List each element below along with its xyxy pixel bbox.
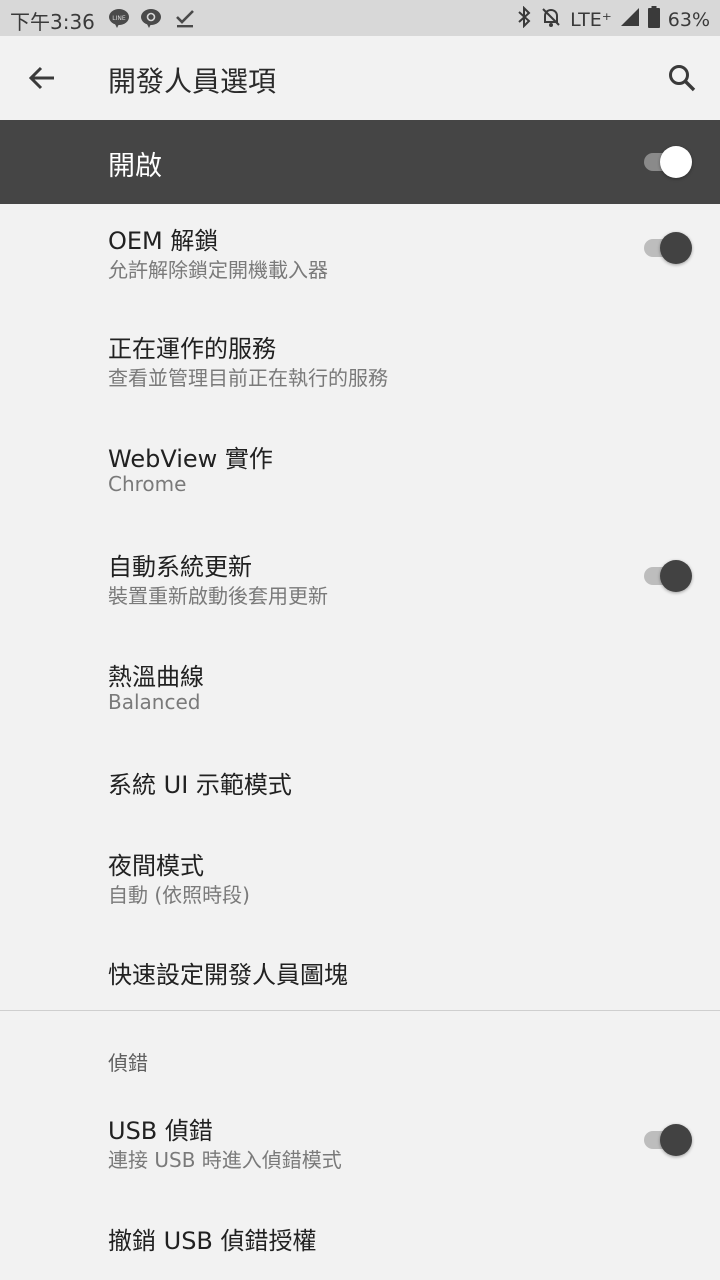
setting-webview-implementation[interactable]: WebView 實作 Chrome xyxy=(0,422,720,530)
network-type: LTE⁺ xyxy=(570,8,612,31)
notifications-off-icon xyxy=(540,6,562,33)
setting-summary: Balanced xyxy=(108,690,201,714)
setting-oem-unlock[interactable]: OEM 解鎖 允許解除鎖定開機載入器 xyxy=(0,204,720,312)
setting-title: WebView 實作 xyxy=(108,445,273,473)
setting-summary: 裝置重新啟動後套用更新 xyxy=(108,584,328,608)
setting-title: 正在運作的服務 xyxy=(108,335,276,363)
setting-title: USB 偵錯 xyxy=(108,1117,213,1145)
setting-summary: 自動 (依照時段) xyxy=(108,883,250,907)
battery-percent: 63% xyxy=(667,8,710,31)
setting-title: 系統 UI 示範模式 xyxy=(108,771,292,799)
section-divider xyxy=(0,1010,720,1011)
bluetooth-icon xyxy=(516,5,532,33)
check-icon xyxy=(174,8,196,28)
setting-thermal-curve[interactable]: 熱溫曲線 Balanced xyxy=(0,640,720,748)
battery-icon xyxy=(647,6,660,33)
setting-title: OEM 解鎖 xyxy=(108,227,219,255)
setting-summary: Chrome xyxy=(108,472,187,496)
line-icon: LINE xyxy=(108,8,130,28)
setting-summary: 允許解除鎖定開機載入器 xyxy=(108,258,328,282)
signal-icon xyxy=(620,7,640,32)
search-icon[interactable] xyxy=(666,62,698,94)
setting-title: 撤銷 USB 偵錯授權 xyxy=(108,1227,317,1255)
setting-title: 自動系統更新 xyxy=(108,553,252,581)
setting-summary: 查看並管理目前正在執行的服務 xyxy=(108,366,388,390)
svg-text:LINE: LINE xyxy=(112,15,126,22)
line-check-icon xyxy=(140,8,162,28)
setting-title: 快速設定開發人員圖塊 xyxy=(108,961,348,989)
setting-title: 熱溫曲線 xyxy=(108,663,204,691)
setting-revoke-usb-debugging-authorizations[interactable]: 撤銷 USB 偵錯授權 xyxy=(0,1204,720,1280)
auto-system-update-toggle[interactable] xyxy=(642,560,692,592)
setting-night-mode[interactable]: 夜間模式 自動 (依照時段) xyxy=(0,828,720,938)
status-time: 下午3:36 xyxy=(10,10,95,34)
setting-title: 夜間模式 xyxy=(108,852,204,880)
setting-usb-debugging[interactable]: USB 偵錯 連接 USB 時進入偵錯模式 xyxy=(0,1094,720,1204)
setting-summary: 連接 USB 時進入偵錯模式 xyxy=(108,1148,342,1172)
master-switch-bar[interactable]: 開啟 xyxy=(0,120,720,204)
setting-auto-system-update[interactable]: 自動系統更新 裝置重新啟動後套用更新 xyxy=(0,530,720,640)
oem-unlock-toggle[interactable] xyxy=(642,232,692,264)
setting-quick-settings-developer-tiles[interactable]: 快速設定開發人員圖塊 xyxy=(0,938,720,1010)
section-header-debugging: 偵錯 xyxy=(108,1051,148,1075)
setting-system-ui-demo-mode[interactable]: 系統 UI 示範模式 xyxy=(0,748,720,828)
master-switch-label: 開啟 xyxy=(108,151,162,182)
usb-debugging-toggle[interactable] xyxy=(642,1124,692,1156)
master-toggle[interactable] xyxy=(642,146,692,178)
page-title: 開發人員選項 xyxy=(108,65,277,98)
setting-running-services[interactable]: 正在運作的服務 查看並管理目前正在執行的服務 xyxy=(0,312,720,422)
status-bar: 下午3:36 LINE LTE⁺ 63% xyxy=(0,0,720,36)
arrow-back-icon[interactable] xyxy=(26,62,58,94)
app-bar: 開發人員選項 xyxy=(0,36,720,120)
